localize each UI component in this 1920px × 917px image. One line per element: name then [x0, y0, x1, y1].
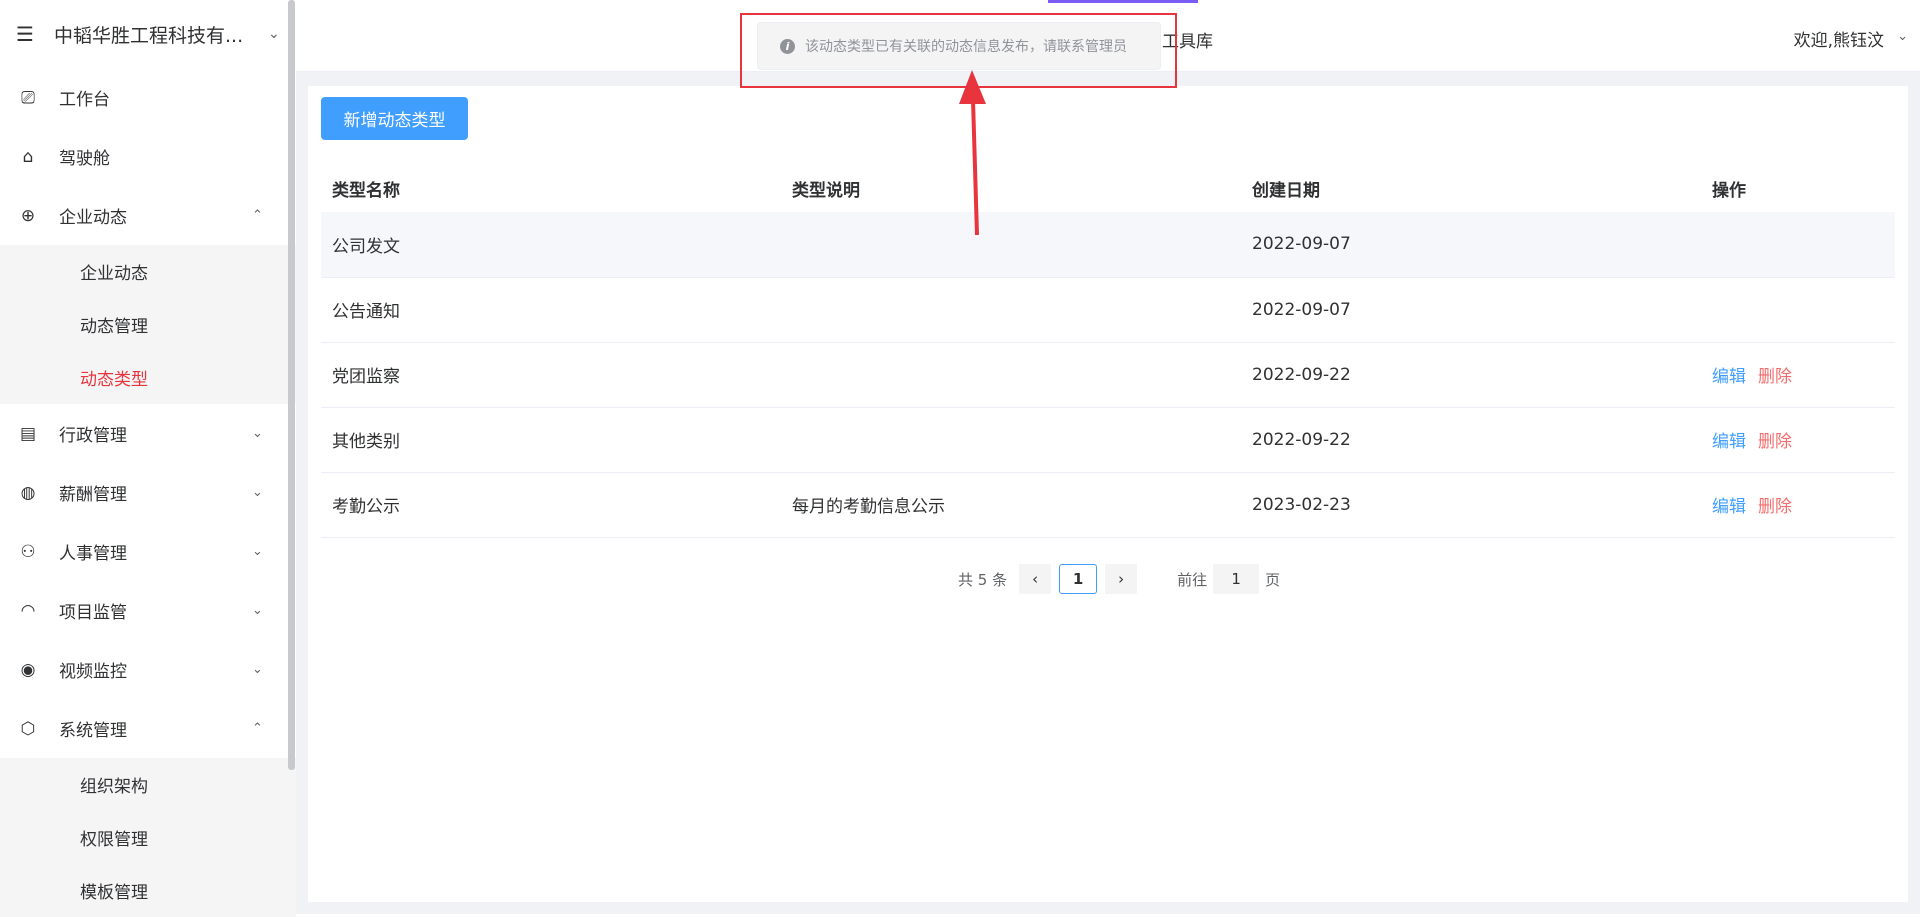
column-header-type-desc: 类型说明 — [792, 180, 860, 201]
column-header-actions: 操作 — [1712, 180, 1746, 201]
edit-link[interactable]: 编辑 — [1712, 497, 1746, 517]
created-date-cell: 2022-09-22 — [1241, 407, 1701, 473]
sidebar-item-label: 项目监管 — [59, 603, 127, 623]
table-row: 公司发文 2022-09-07 — [321, 212, 1895, 278]
page-suffix: 页 — [1265, 570, 1281, 589]
sidebar-item-label: 行政管理 — [59, 426, 127, 446]
delete-link[interactable]: 删除 — [1758, 497, 1792, 517]
people-icon: ⚇ — [20, 541, 36, 562]
pagination: 共 5 条 ‹ 1 › 前往 页 — [958, 564, 1280, 594]
sidebar-item-salary[interactable]: ◍ 薪酬管理 ⌄ — [0, 463, 296, 522]
camera-icon: ◉ — [20, 659, 36, 680]
sidebar-item-label: 视频监控 — [59, 662, 127, 682]
org-switcher[interactable]: ☰ 中韬华胜工程科技有... ⌄ — [0, 0, 296, 68]
sidebar-item-label: 系统管理 — [59, 721, 127, 741]
column-header-type-name: 类型名称 — [332, 180, 400, 201]
chevron-down-icon: ⌄ — [252, 544, 263, 559]
chevron-up-icon: ⌃ — [252, 208, 263, 223]
type-name-cell: 考勤公示 — [321, 472, 781, 538]
created-date-cell: 2022-09-07 — [1241, 277, 1701, 343]
page-number-current[interactable]: 1 — [1059, 564, 1098, 594]
sidebar-item-building[interactable]: ▤ 行政管理 ⌄ — [0, 404, 296, 463]
type-name-cell: 其他类别 — [321, 407, 781, 473]
org-name: 中韬华胜工程科技有... — [54, 24, 244, 47]
annotation-arrow — [959, 70, 986, 236]
actions-cell: 编辑 删除 — [1701, 407, 1895, 473]
sidebar-item-home[interactable]: ⌂ 驾驶舱 — [0, 127, 296, 186]
pagination-total: 共 5 条 — [958, 570, 1008, 589]
edit-link[interactable]: 编辑 — [1712, 432, 1746, 452]
chevron-up-icon: ⌃ — [252, 721, 263, 736]
submenu-item[interactable]: 动态管理 — [0, 298, 296, 351]
user-welcome[interactable]: 欢迎,熊钰汶 — [1794, 26, 1884, 51]
sidebar: ☰ 中韬华胜工程科技有... ⌄ ⎚ 工作台 ⌂ 驾驶舱 ⊕ 企业动态 ⌃ 企业动态 动态管理… — [0, 0, 296, 917]
submenu-item[interactable]: 企业动态 — [0, 245, 296, 298]
salary-icon: ◍ — [20, 482, 36, 503]
chevron-down-icon: ⌄ — [268, 26, 280, 42]
actions-cell: 编辑 删除 — [1701, 342, 1895, 408]
submenu-item[interactable]: 动态类型 — [0, 351, 296, 404]
submenu-system-management: 组织架构 权限管理 模板管理 — [0, 758, 296, 917]
created-date-cell: 2022-09-07 — [1241, 212, 1701, 278]
delete-link[interactable]: 删除 — [1758, 432, 1792, 452]
submenu-enterprise-dynamics: 企业动态 动态管理 动态类型 — [0, 245, 296, 404]
helmet-icon: ◠ — [20, 600, 36, 621]
sidebar-item-helmet[interactable]: ◠ 项目监管 ⌄ — [0, 581, 296, 640]
sidebar-item-label: 人事管理 — [59, 544, 127, 564]
chevron-down-icon[interactable]: ⌄ — [1897, 29, 1908, 44]
actions-cell — [1701, 277, 1895, 343]
sidebar-item-people[interactable]: ⚇ 人事管理 ⌄ — [0, 522, 296, 581]
chevron-down-icon: ⌄ — [252, 426, 263, 441]
chevron-down-icon: ⌄ — [252, 603, 263, 618]
created-date-cell: 2022-09-22 — [1241, 342, 1701, 408]
table-row: 考勤公示 每月的考勤信息公示 2023-02-23 编辑 删除 — [321, 472, 1895, 538]
created-date-cell: 2023-02-23 — [1241, 472, 1701, 538]
sidebar-item-monitor[interactable]: ⎚ 工作台 — [0, 68, 296, 127]
goto-page-input[interactable] — [1213, 564, 1260, 594]
sidebar-item-camera[interactable]: ◉ 视频监控 ⌄ — [0, 640, 296, 699]
type-desc-cell — [781, 212, 1241, 278]
actions-cell: 编辑 删除 — [1701, 472, 1895, 538]
edit-link[interactable]: 编辑 — [1712, 367, 1746, 387]
table-row: 其他类别 2022-09-22 编辑 删除 — [321, 407, 1895, 473]
type-name-cell: 党团监察 — [321, 342, 781, 408]
sidebar-item-label: 企业动态 — [59, 208, 127, 228]
sidebar-scrollbar[interactable] — [288, 0, 295, 770]
type-name-cell: 公司发文 — [321, 212, 781, 278]
type-desc-cell — [781, 342, 1241, 408]
settings-icon: ⬡ — [20, 718, 36, 739]
next-page-button[interactable]: › — [1105, 564, 1138, 594]
type-desc-cell — [781, 407, 1241, 473]
prev-page-button[interactable]: ‹ — [1019, 564, 1052, 594]
column-header-created-date: 创建日期 — [1252, 180, 1320, 201]
sidebar-item-globe[interactable]: ⊕ 企业动态 ⌃ — [0, 186, 296, 245]
dynamic-type-table: 类型名称 类型说明 创建日期 操作 公司发文 2022-09-07 公告通知 2022… — [321, 164, 1895, 538]
building-icon: ▤ — [19, 423, 37, 444]
submenu-item[interactable]: 模板管理 — [0, 864, 296, 917]
home-icon: ⌂ — [22, 146, 34, 167]
submenu-item[interactable]: 组织架构 — [0, 758, 296, 811]
globe-icon: ⊕ — [20, 205, 36, 226]
actions-cell — [1701, 212, 1895, 278]
menu-fold-icon[interactable]: ☰ — [16, 22, 38, 46]
chevron-down-icon: ⌄ — [252, 662, 263, 677]
type-desc-cell: 每月的考勤信息公示 — [781, 472, 1241, 538]
submenu-item[interactable]: 权限管理 — [0, 811, 296, 864]
goto-label: 前往 — [1177, 570, 1208, 589]
type-desc-cell — [781, 277, 1241, 343]
sidebar-item-label: 工作台 — [59, 90, 110, 110]
table-header-row: 类型名称 类型说明 创建日期 操作 — [321, 164, 1895, 212]
add-dynamic-type-button[interactable]: 新增动态类型 — [321, 97, 468, 140]
sidebar-item-label: 驾驶舱 — [59, 149, 110, 169]
sidebar-item-settings[interactable]: ⬡ 系统管理 ⌃ — [0, 699, 296, 758]
delete-link[interactable]: 删除 — [1758, 367, 1792, 387]
type-name-cell: 公告通知 — [321, 277, 781, 343]
sidebar-item-label: 薪酬管理 — [59, 485, 127, 505]
chevron-down-icon: ⌄ — [252, 485, 263, 500]
active-tab-indicator — [1048, 0, 1198, 3]
monitor-icon: ⎚ — [21, 87, 35, 108]
table-row: 公告通知 2022-09-07 — [321, 277, 1895, 343]
table-row: 党团监察 2022-09-22 编辑 删除 — [321, 342, 1895, 408]
